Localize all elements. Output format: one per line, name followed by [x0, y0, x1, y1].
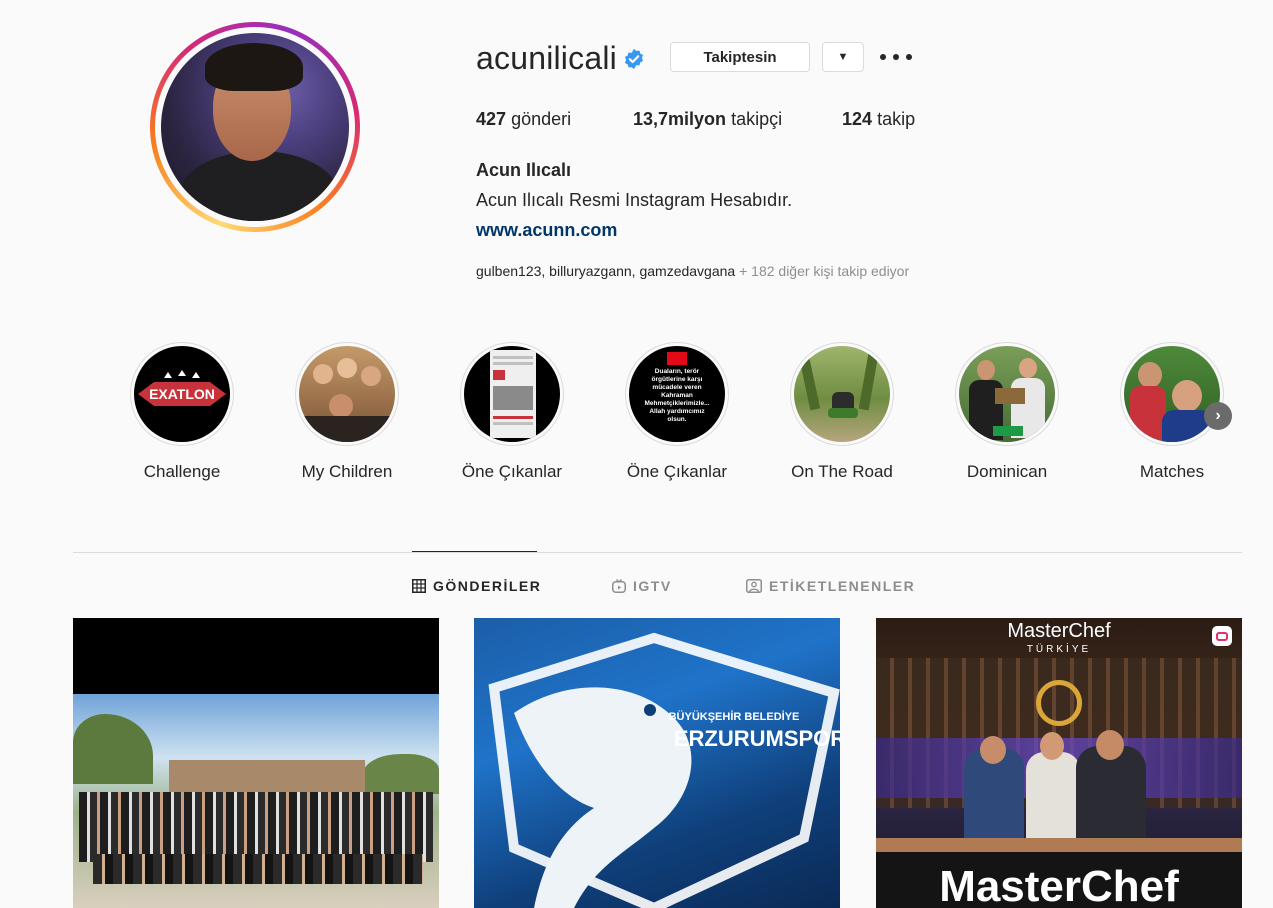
avatar-photo: [161, 33, 349, 221]
svg-text:EXATLON: EXATLON: [149, 386, 215, 402]
profile-bio: Acun Ilıcalı Resmi Instagram Hesabıdır.: [476, 190, 793, 210]
highlight-label: Öne Çıkanlar: [461, 462, 563, 481]
highlight-ring: [295, 342, 399, 446]
tab-igtv-label: IGTV: [633, 578, 672, 594]
followers-count[interactable]: 13,7milyon takipçi: [633, 109, 782, 130]
avatar-shirt: [179, 151, 339, 221]
masterchef-bottom-text: MasterChef: [939, 862, 1179, 908]
tabs-divider: [73, 552, 1242, 553]
highlight-label: Matches: [1139, 462, 1205, 481]
svg-text:ERZURUMSPOR: ERZURUMSPOR: [674, 726, 840, 751]
post-group-photo[interactable]: [73, 618, 439, 908]
caret-down-icon: ▼: [837, 51, 849, 63]
highlight-ring: [790, 342, 894, 446]
highlights-next-arrow-icon[interactable]: ›: [1204, 402, 1232, 430]
tab-posts[interactable]: GÖNDERİLER: [412, 578, 541, 594]
posts-count-value: 427: [476, 109, 507, 129]
newspaper-icon: [464, 346, 560, 442]
highlight-label: Challenge: [143, 462, 221, 481]
post-masterchef[interactable]: MasterChef TÜRKİYE MasterChef: [876, 618, 1242, 908]
highlight-challenge[interactable]: EXATLON Challenge: [117, 342, 247, 482]
profile-website-link[interactable]: www.acunn.com: [476, 220, 617, 241]
highlight-ring: [1120, 342, 1224, 446]
tab-tagged-label: ETİKETLENENLER: [769, 578, 916, 594]
highlight-ring: [955, 342, 1059, 446]
post-erzurumspor[interactable]: BÜYÜKŞEHİR BELEDİYE ERZURUMSPOR: [474, 618, 840, 908]
following-button[interactable]: Takiptesin: [670, 42, 810, 72]
followers-count-label: takipçi: [731, 109, 783, 129]
profile-full-name: Acun Ilıcalı: [476, 160, 572, 180]
highlight-ring: EXATLON: [130, 342, 234, 446]
grid-icon: [412, 579, 426, 593]
exatlon-logo-icon: EXATLON: [134, 346, 230, 442]
svg-text:BÜYÜKŞEHİR BELEDİYE: BÜYÜKŞEHİR BELEDİYE: [669, 710, 800, 723]
followed-by-more: + 182 diğer kişi takip ediyor: [735, 263, 910, 279]
igtv-icon: [612, 579, 626, 593]
profile-username: acunilicali: [476, 40, 617, 76]
tab-posts-label: GÖNDERİLER: [433, 578, 542, 594]
highlight-dominican[interactable]: Dominican: [942, 342, 1072, 482]
followed-by-text[interactable]: gulben123, billuryazgann, gamzedavgana +…: [476, 263, 909, 279]
igtv-badge-icon: [1212, 626, 1232, 646]
tab-tagged[interactable]: ETİKETLENENLER: [746, 578, 915, 594]
highlight-ring: [460, 342, 564, 446]
avatar-hair: [205, 43, 303, 91]
following-count-value: 124: [842, 109, 873, 129]
masterchef-sub-text: TÜRKİYE: [1026, 644, 1092, 655]
text-post-icon: Duaların, terör örgütlerine karşı mücade…: [629, 346, 725, 442]
motorbike-photo-icon: [794, 346, 890, 442]
posts-count-label: gönderi: [511, 109, 572, 129]
followed-by-names: gulben123, billuryazgann, gamzedavgana: [476, 263, 736, 279]
highlight-my-children[interactable]: My Children: [282, 342, 412, 482]
following-count-label: takip: [877, 109, 916, 129]
tagged-icon: [746, 579, 762, 593]
active-tab-indicator: [412, 551, 537, 552]
highlight-label: On The Road: [791, 462, 893, 481]
highlight-label: Öne Çıkanlar: [626, 462, 728, 481]
highlight-one-cikanlar-1[interactable]: Öne Çıkanlar: [447, 342, 577, 482]
tab-igtv[interactable]: IGTV: [612, 578, 672, 594]
highlight-label: Dominican: [966, 462, 1048, 481]
masterchef-brand-text: MasterChef: [1007, 620, 1111, 642]
family-photo-icon: [299, 346, 395, 442]
profile-avatar[interactable]: [150, 22, 360, 232]
avatar-gap: [155, 27, 355, 227]
matches-photo-icon: [1124, 346, 1220, 442]
followers-count-value: 13,7milyon: [633, 109, 727, 129]
highlight-on-the-road[interactable]: On The Road: [777, 342, 907, 482]
turkish-flag-icon: [667, 352, 687, 365]
highlight-one-cikanlar-2[interactable]: Duaların, terör örgütlerine karşı mücade…: [612, 342, 742, 482]
erzurumspor-crest-icon: BÜYÜKŞEHİR BELEDİYE ERZURUMSPOR: [488, 632, 840, 908]
suggested-dropdown-button[interactable]: ▼: [822, 42, 864, 72]
text-post-content: Duaların, terör örgütlerine karşı mücade…: [644, 368, 710, 423]
posts-count: 427 gönderi: [476, 109, 571, 130]
more-options-icon[interactable]: [880, 48, 912, 66]
dominican-photo-icon: [959, 346, 1055, 442]
following-count[interactable]: 124 takip: [842, 109, 915, 130]
verified-badge-icon: [624, 48, 644, 70]
highlight-ring: Duaların, terör örgütlerine karşı mücade…: [625, 342, 729, 446]
highlight-label: My Children: [301, 462, 393, 481]
group-photo-image: [73, 694, 439, 908]
